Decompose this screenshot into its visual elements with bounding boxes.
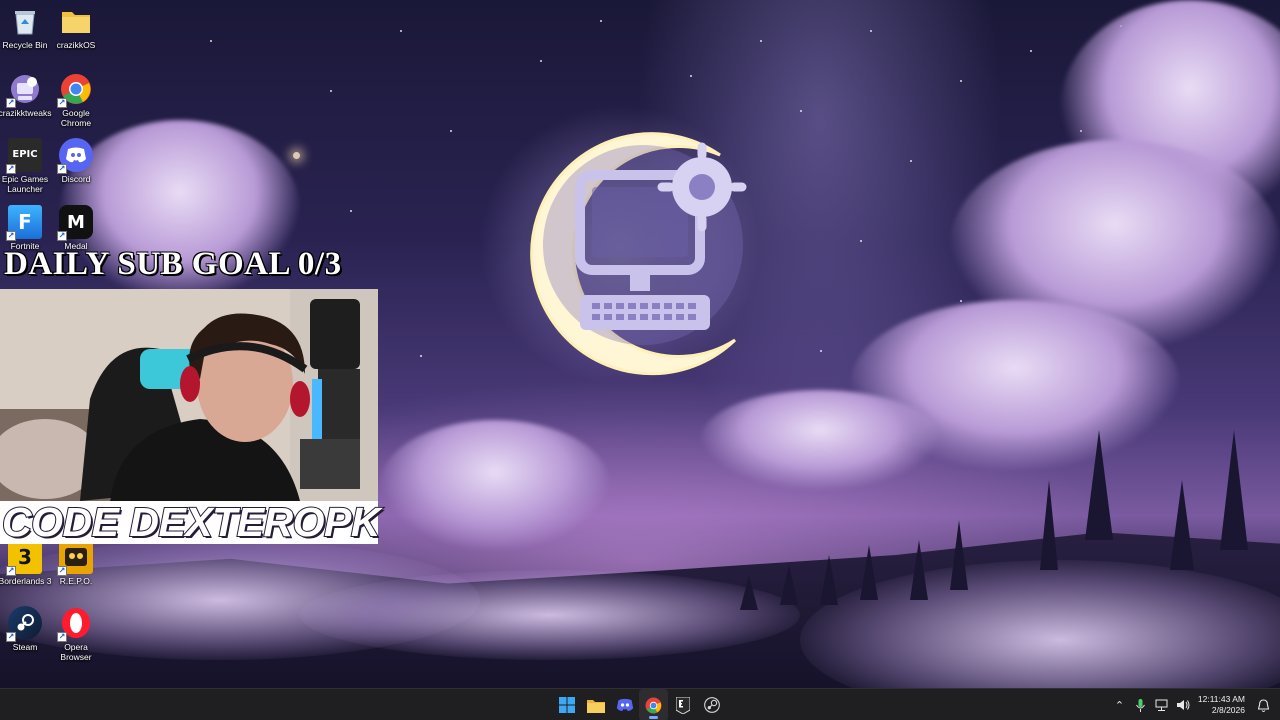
desktop-icon-epic-games[interactable]: EPIC ↗ Epic Games Launcher [0, 138, 52, 194]
taskbar-apps [552, 689, 726, 720]
desktop-icon-steam[interactable]: ↗ Steam [0, 606, 52, 652]
opera-icon: ↗ [57, 606, 93, 642]
epic-games-icon: EPIC ↗ [6, 138, 42, 174]
desktop-icon-discord[interactable]: ↗ Discord [49, 138, 103, 184]
desktop-icon-label: Recycle Bin [2, 40, 48, 50]
taskbar-epic-games[interactable] [668, 689, 697, 720]
volume-icon[interactable] [1172, 689, 1193, 720]
steam-icon [703, 697, 720, 713]
chrome-icon [645, 697, 662, 713]
tweaks-app-icon: ↗ [6, 72, 42, 108]
desktop-icon-label: crazikkOS [56, 40, 96, 50]
medal-icon: M ↗ [57, 205, 93, 241]
desktop-icon-repo[interactable]: ↗ R.E.P.O. [49, 540, 103, 586]
notification-bell-icon[interactable] [1253, 689, 1274, 720]
webcam-feed [0, 289, 378, 501]
desktop-icon-opera[interactable]: ↗ Opera Browser [49, 606, 103, 662]
desktop-icon-medal[interactable]: M ↗ Medal [49, 205, 103, 251]
steam-icon: ↗ [6, 606, 42, 642]
discord-icon [616, 698, 633, 711]
desktop-icon-borderlands-3[interactable]: 3 ↗ Borderlands 3 [0, 540, 52, 586]
windows-start-icon [558, 697, 575, 713]
desktop-icon-label: Discord [61, 174, 91, 184]
desktop-icon-label: Google Chrome [60, 108, 92, 128]
microphone-icon[interactable] [1130, 689, 1151, 720]
desktop-icon-crazikktweaks[interactable]: ↗ crazikktweaks [0, 72, 52, 118]
desktop-icon-label: Steam [12, 642, 38, 652]
crescent-moon-logo [480, 105, 760, 385]
taskbar-chrome[interactable] [639, 689, 668, 720]
chrome-icon: ↗ [57, 72, 93, 108]
desktop-icon-label: crazikktweaks [0, 108, 52, 118]
desktop-icon-recycle-bin[interactable]: Recycle Bin [0, 4, 52, 50]
desktop-icon-google-chrome[interactable]: ↗ Google Chrome [49, 72, 103, 128]
taskbar: ⌃ 12:11:43 AM 2/8/2026 [0, 688, 1280, 720]
sub-goal-overlay: DAILY SUB GOAL 0/3 [4, 246, 342, 282]
recycle-bin-icon [8, 4, 42, 38]
clock-date: 2/8/2026 [1211, 705, 1245, 715]
taskbar-clock[interactable]: 12:11:43 AM 2/8/2026 [1193, 694, 1253, 716]
system-tray: ⌃ 12:11:43 AM 2/8/2026 [1109, 689, 1280, 720]
folder-icon [59, 4, 93, 38]
clock-time: 12:11:43 AM [1197, 694, 1245, 704]
desktop-icon-fortnite[interactable]: F ↗ Fortnite [0, 205, 52, 251]
epic-games-icon [675, 696, 690, 714]
taskbar-file-explorer[interactable] [581, 689, 610, 720]
desktop-icon-label: R.E.P.O. [59, 576, 93, 586]
desktop-icon-label: Opera Browser [60, 642, 92, 662]
desktop-icon-label: Borderlands 3 [0, 576, 52, 586]
network-icon[interactable] [1151, 689, 1172, 720]
desktop-icon-crazikkos[interactable]: crazikkOS [49, 4, 103, 50]
creator-code-text: CODE DEXTEROPK [1, 498, 382, 546]
taskbar-steam[interactable] [697, 689, 726, 720]
discord-icon: ↗ [57, 138, 93, 174]
chevron-up-icon[interactable]: ⌃ [1109, 689, 1130, 720]
taskbar-discord[interactable] [610, 689, 639, 720]
start-button[interactable] [552, 689, 581, 720]
file-explorer-icon [586, 699, 605, 713]
creator-code-banner: CODE DEXTEROPK [0, 498, 382, 546]
desktop-icon-label: Epic Games Launcher [1, 174, 49, 194]
fortnite-icon: F ↗ [6, 205, 42, 241]
